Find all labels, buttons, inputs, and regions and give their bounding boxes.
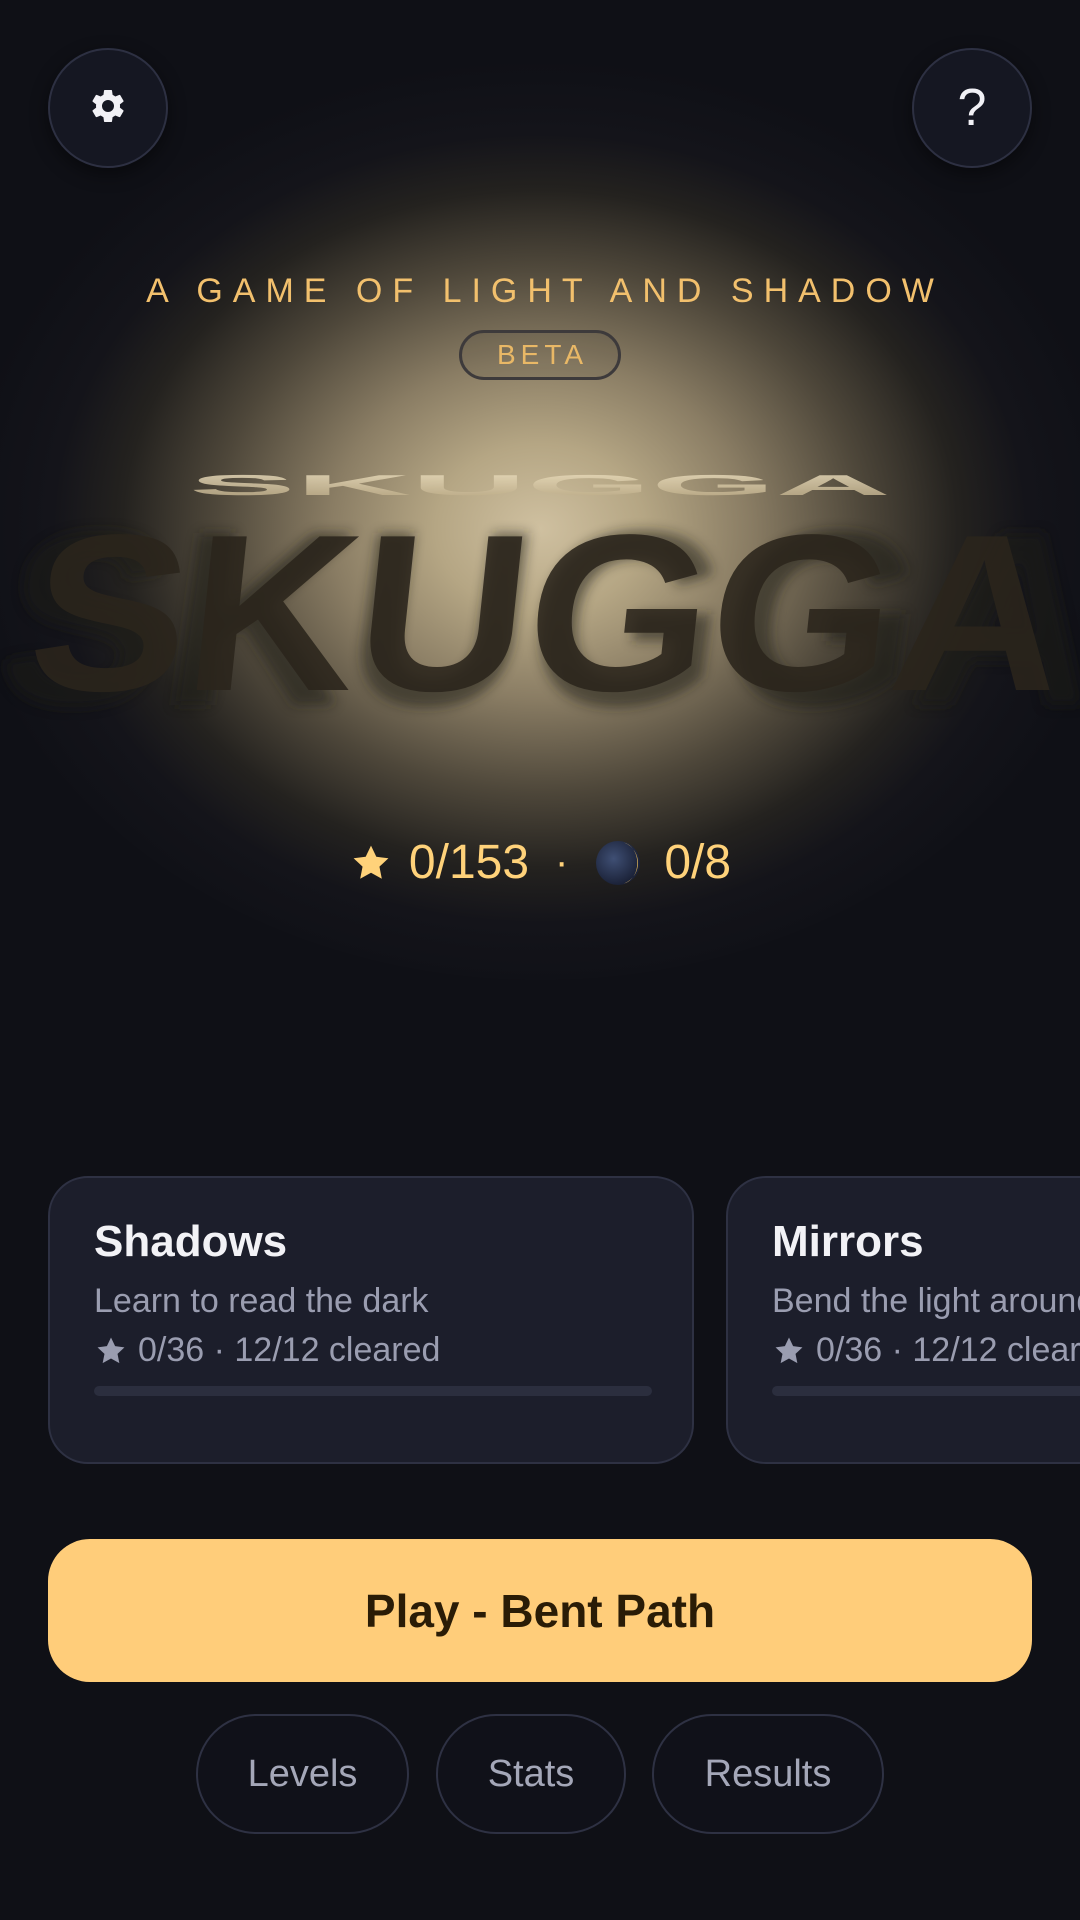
play-button[interactable]: Play - Bent Path [48, 1539, 1032, 1682]
levels-button[interactable]: Levels [196, 1714, 409, 1834]
star-icon [349, 841, 393, 885]
game-tagline: A GAME OF LIGHT AND SHADOW [146, 272, 944, 310]
logo-shadow-letters: SKUGGA [19, 488, 1077, 738]
chapter-title: Mirrors [772, 1217, 924, 1266]
chapter-card-shadows[interactable]: Shadows Learn to read the dark 0/36 · 12… [48, 1176, 694, 1464]
play-button-label: Play - Bent Path [364, 1584, 716, 1637]
progress-summary: 0/153 · 0/8 [0, 835, 1080, 890]
settings-button[interactable] [48, 48, 168, 168]
help-button[interactable]: ? [912, 48, 1032, 168]
levels-button-label: Levels [247, 1752, 358, 1795]
chapter-progress: 0/36 · 12/12 cleared [772, 1331, 1080, 1370]
moon-count: 0/8 [664, 836, 732, 889]
chapter-progress-bar [772, 1386, 1080, 1396]
beta-badge: BETA [459, 330, 621, 380]
star-count: 0/153 [408, 836, 530, 889]
chapter-progress-text: 0/36 · 12/12 cleared [138, 1331, 441, 1369]
stats-button-label: Stats [487, 1752, 575, 1795]
gear-icon [88, 86, 128, 131]
results-button-label: Results [704, 1752, 832, 1795]
star-icon [94, 1334, 128, 1368]
results-button[interactable]: Results [652, 1714, 884, 1834]
star-icon [772, 1334, 806, 1368]
chapter-progress-bar [94, 1386, 652, 1396]
separator-dot: · [555, 840, 569, 884]
chapter-progress: 0/36 · 12/12 cleared [94, 1331, 648, 1370]
moon-icon [594, 839, 642, 887]
stats-button[interactable]: Stats [436, 1714, 626, 1834]
chapter-description: Bend the light around [772, 1282, 1080, 1320]
chapter-title: Shadows [94, 1217, 288, 1266]
chapter-card-mirrors[interactable]: Mirrors Bend the light around 0/36 · 12/… [726, 1176, 1080, 1464]
chapter-description: Learn to read the dark [94, 1282, 429, 1320]
game-logo: SKUGGA SKUGGA SKUGGA [0, 469, 1080, 755]
chapter-progress-text: 0/36 · 12/12 cleared [816, 1331, 1080, 1369]
main-menu-screen: ? A GAME OF LIGHT AND SHADOW BETA SKUGGA… [0, 0, 1080, 1920]
help-label: ? [957, 79, 987, 137]
